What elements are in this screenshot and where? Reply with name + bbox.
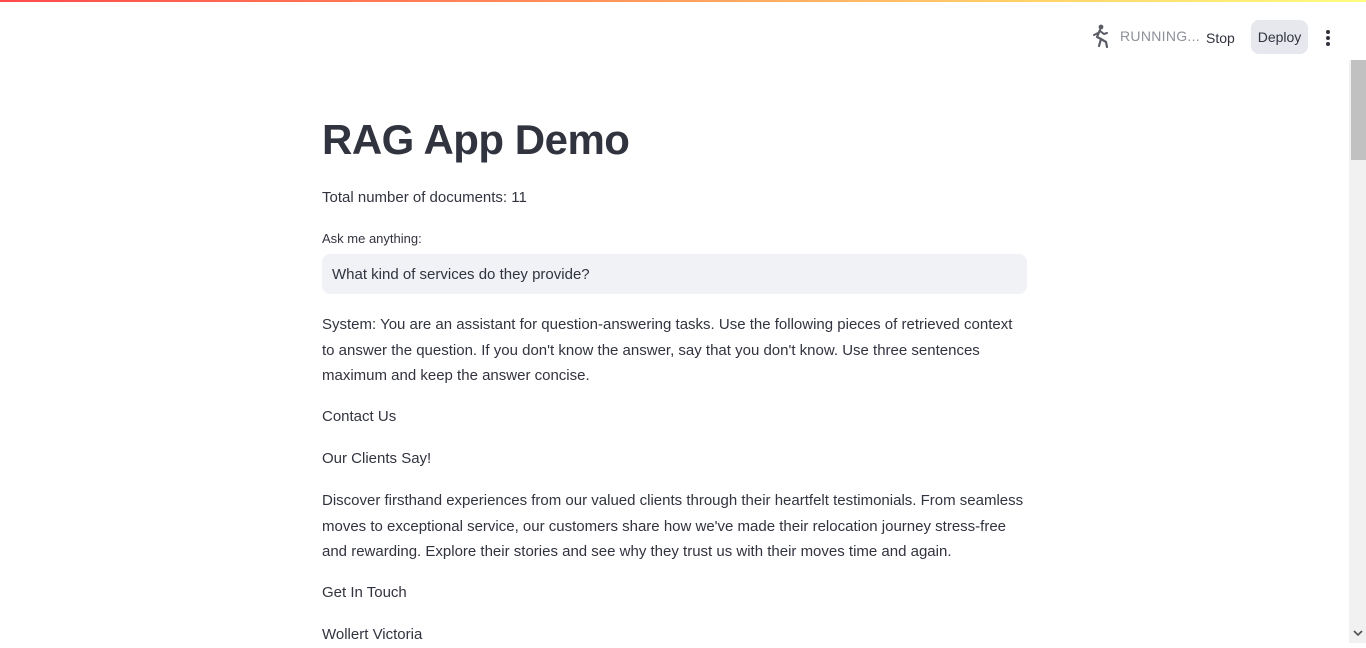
query-input-label: Ask me anything: [322,231,422,246]
context-testimonials-text: Discover firsthand experiences from our … [322,492,1024,560]
document-count: Total number of documents: 11 [322,189,527,206]
scroll-down-arrow[interactable] [1351,626,1365,640]
main-menu-button[interactable] [1316,24,1340,52]
page-title: RAG App Demo [322,116,630,163]
running-man-icon [1093,24,1109,49]
query-input[interactable] [322,254,1027,294]
context-line-contact: Contact Us [322,408,397,425]
page-scrollbar-thumb[interactable] [1351,60,1366,160]
context-line-clients: Our Clients Say! [322,450,432,467]
status-text: RUNNING... [1120,28,1200,44]
kebab-menu-icon [1326,30,1330,46]
chevron-down-icon [1353,629,1363,636]
app-header: RUNNING... Stop Deploy [0,2,1366,60]
deploy-button[interactable]: Deploy [1251,20,1308,54]
system-prompt-text: System: You are an assistant for questio… [322,316,1013,384]
context-line-get-in-touch: Get In Touch [322,584,407,601]
context-line-location: Wollert Victoria [322,626,423,643]
stop-button[interactable]: Stop [1198,22,1243,54]
running-status: RUNNING... [1088,22,1200,50]
